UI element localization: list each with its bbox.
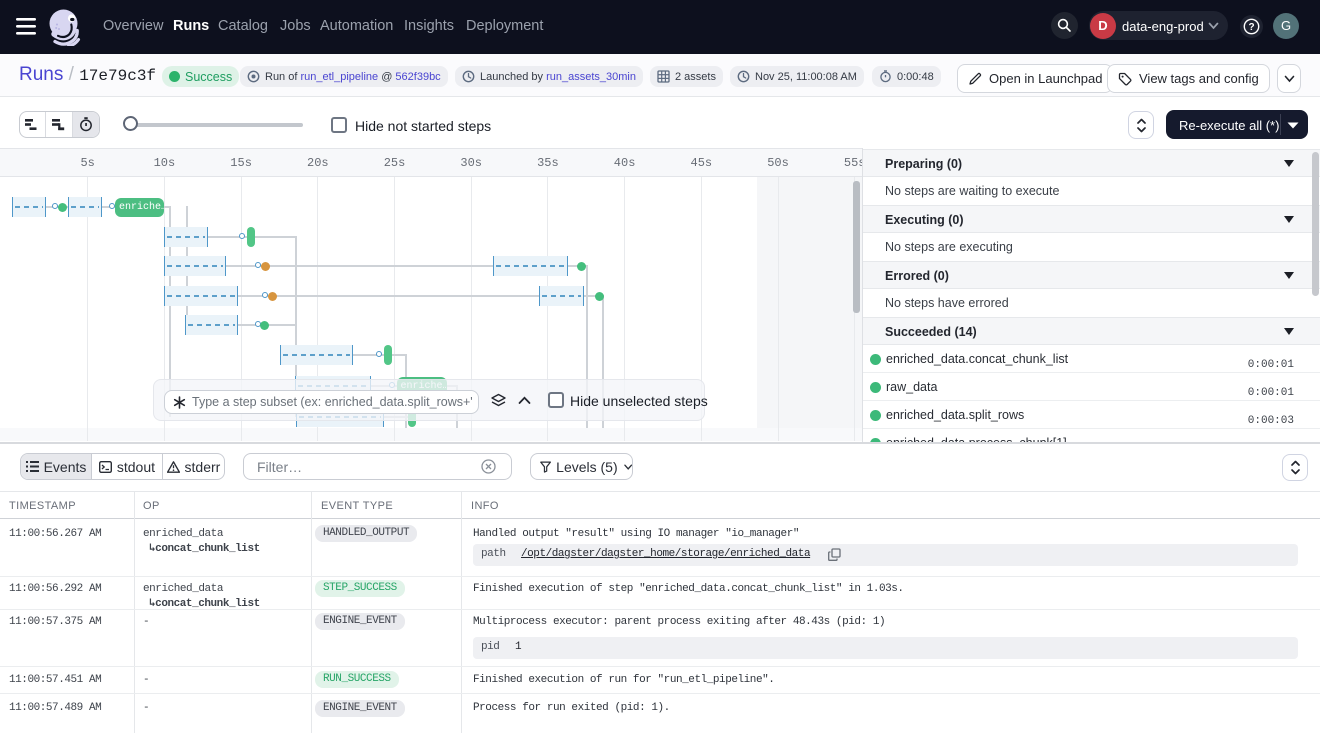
svg-text:?: ?: [1248, 22, 1254, 33]
